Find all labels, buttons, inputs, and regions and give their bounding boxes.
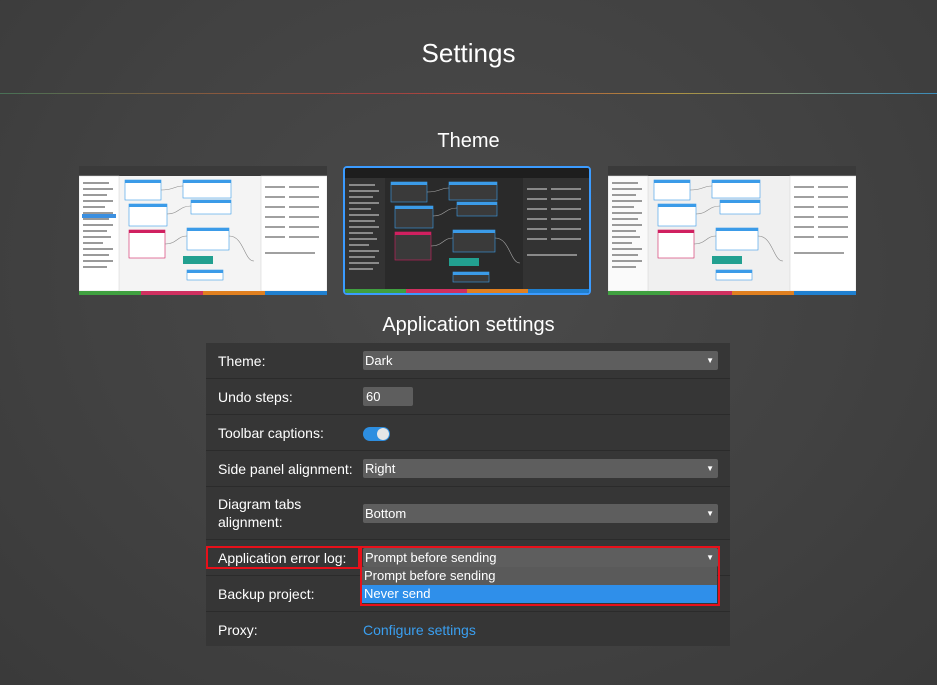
undo-steps-label: Undo steps: <box>218 389 293 405</box>
error-log-dropdown-list: Prompt before sending Never send <box>362 567 717 603</box>
theme-heading: Theme <box>437 130 500 152</box>
error-log-value: Prompt before sending <box>365 550 497 565</box>
side-panel-alignment-value: Right <box>365 461 396 476</box>
error-log-select[interactable]: Prompt before sending ▼ <box>363 548 718 567</box>
theme-option-light-alt[interactable] <box>608 166 856 295</box>
setting-row-side-panel-alignment: Side panel alignment: Right ▼ <box>206 451 730 487</box>
toolbar-captions-toggle[interactable] <box>363 427 390 441</box>
theme-label: Theme: <box>218 353 266 369</box>
theme-preview-dark-image <box>345 168 589 293</box>
theme-option-dark[interactable] <box>343 166 591 295</box>
chevron-down-icon: ▼ <box>706 356 714 365</box>
setting-row-toolbar-captions: Toolbar captions: <box>206 415 730 451</box>
diagram-tabs-alignment-label-line2: alignment: <box>218 514 283 530</box>
setting-row-undo-steps: Undo steps: <box>206 379 730 415</box>
page-title: Settings <box>421 38 516 68</box>
toggle-knob <box>377 428 389 440</box>
toolbar-captions-label: Toolbar captions: <box>218 425 324 441</box>
theme-preview-light-image <box>79 166 327 295</box>
dropdown-option-prompt[interactable]: Prompt before sending <box>362 567 717 585</box>
backup-project-label: Backup project: <box>218 586 315 602</box>
setting-row-proxy: Proxy: Configure settings <box>206 612 730 646</box>
error-log-label: Application error log: <box>218 550 347 566</box>
theme-option-light[interactable] <box>79 166 327 295</box>
proxy-label: Proxy: <box>218 622 258 638</box>
dropdown-option-never-send[interactable]: Never send <box>362 585 717 603</box>
diagram-tabs-alignment-label-line1: Diagram tabs <box>218 496 302 512</box>
chevron-down-icon: ▼ <box>706 509 714 518</box>
theme-select[interactable]: Dark ▼ <box>363 351 718 370</box>
theme-select-value: Dark <box>365 353 393 368</box>
side-panel-alignment-label: Side panel alignment: <box>218 461 353 477</box>
undo-steps-input[interactable] <box>363 387 413 406</box>
chevron-down-icon: ▼ <box>706 464 714 473</box>
application-settings-heading: Application settings <box>382 314 555 336</box>
diagram-tabs-alignment-value: Bottom <box>365 506 407 521</box>
setting-row-theme: Theme: Dark ▼ <box>206 343 730 379</box>
theme-preview-light-alt-image <box>608 166 856 295</box>
title-divider <box>0 93 937 94</box>
chevron-down-icon: ▼ <box>706 553 714 562</box>
setting-row-diagram-tabs-alignment: Diagram tabs alignment: Bottom ▼ <box>206 487 730 540</box>
side-panel-alignment-select[interactable]: Right ▼ <box>363 459 718 478</box>
configure-settings-link[interactable]: Configure settings <box>363 622 476 638</box>
diagram-tabs-alignment-select[interactable]: Bottom ▼ <box>363 504 718 523</box>
